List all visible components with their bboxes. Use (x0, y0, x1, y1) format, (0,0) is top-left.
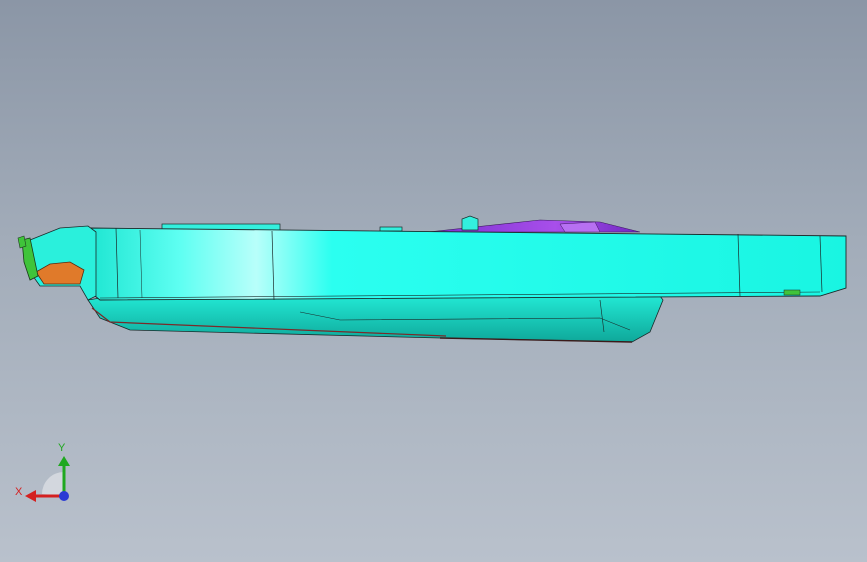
triad-graphic (25, 456, 70, 502)
coordinate-triad: X Y (12, 440, 82, 510)
z-axis-dot (59, 491, 69, 501)
x-axis-label: X (15, 486, 23, 498)
x-arrow-head (25, 490, 36, 502)
main-body[interactable] (89, 227, 847, 301)
y-arrow-head (58, 456, 70, 466)
3d-model[interactable] (0, 0, 867, 562)
lower-shell[interactable] (87, 295, 664, 343)
top-insert[interactable] (427, 219, 641, 233)
top-tabs[interactable] (161, 215, 479, 232)
y-axis-label: Y (58, 442, 66, 454)
left-end-cap[interactable] (17, 225, 97, 301)
graphics-viewport[interactable]: X Y (0, 0, 867, 562)
